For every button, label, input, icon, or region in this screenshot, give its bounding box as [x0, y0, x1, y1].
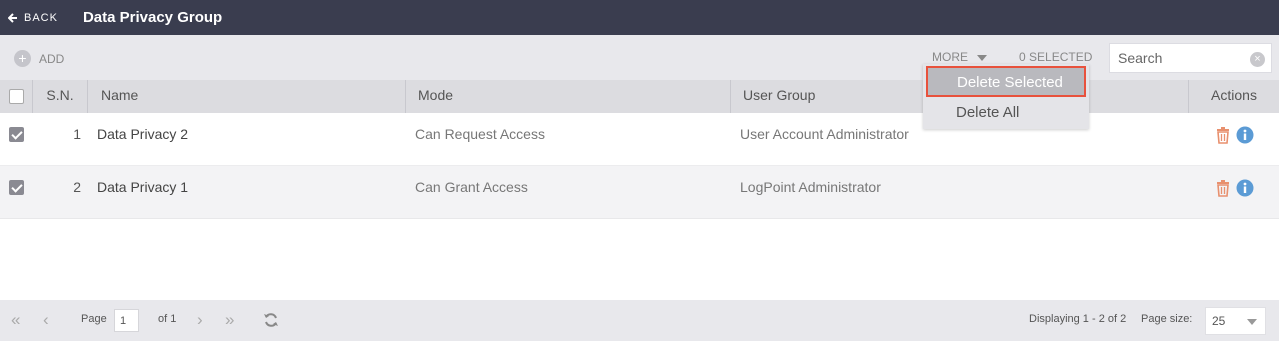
- page-size-value: 25: [1212, 314, 1226, 328]
- back-button[interactable]: BACK: [8, 12, 58, 24]
- row-check-cell: [0, 113, 33, 166]
- caret-down-icon: [977, 54, 988, 61]
- row-sn: 1: [73, 126, 81, 142]
- last-page-icon[interactable]: »: [225, 311, 234, 329]
- column-header-mode[interactable]: Mode: [406, 80, 731, 113]
- trash-icon[interactable]: [1214, 179, 1232, 197]
- page-number-input[interactable]: [114, 309, 139, 332]
- page-size-label: Page size:: [1141, 313, 1193, 325]
- page-label: Page: [81, 313, 107, 325]
- row-sn: 2: [73, 179, 81, 195]
- row-mode: Can Request Access: [415, 126, 545, 142]
- plus-icon: +: [14, 50, 31, 67]
- delete-all-menu-item[interactable]: Delete All: [923, 97, 1089, 129]
- table-row[interactable]: 2 Data Privacy 1 Can Grant Access LogPoi…: [0, 166, 1279, 219]
- back-label: BACK: [24, 11, 58, 24]
- more-menu-button[interactable]: MORE: [932, 50, 988, 64]
- select-all-checkbox[interactable]: [9, 89, 24, 104]
- row-check-cell: [0, 166, 33, 219]
- more-label: MORE: [932, 50, 968, 64]
- row-user-group: LogPoint Administrator: [740, 179, 881, 195]
- page-size-select[interactable]: 25: [1205, 307, 1266, 335]
- more-dropdown-menu: Delete Selected Delete All: [923, 64, 1089, 129]
- search-input[interactable]: [1110, 44, 1240, 72]
- row-mode: Can Grant Access: [415, 179, 528, 195]
- header-select-all: [0, 80, 33, 113]
- search-box: ×: [1109, 43, 1272, 73]
- add-button[interactable]: + ADD: [14, 50, 64, 67]
- selected-count: 0 SELECTED: [1019, 50, 1093, 64]
- next-page-icon[interactable]: ›: [197, 311, 203, 329]
- previous-page-icon[interactable]: ‹: [43, 311, 49, 329]
- clear-search-icon[interactable]: ×: [1250, 52, 1265, 67]
- delete-selected-menu-item[interactable]: Delete Selected: [926, 66, 1086, 97]
- trash-icon[interactable]: [1214, 126, 1232, 144]
- row-name: Data Privacy 1: [97, 179, 189, 195]
- column-header-sn[interactable]: S.N.: [33, 80, 88, 113]
- row-actions: [1189, 113, 1279, 166]
- first-page-icon[interactable]: «: [11, 311, 20, 329]
- column-header-actions: Actions: [1211, 87, 1257, 103]
- row-checkbox[interactable]: [9, 180, 24, 195]
- column-header-name[interactable]: Name: [88, 80, 406, 113]
- displaying-info: Displaying 1 - 2 of 2: [1029, 313, 1127, 325]
- info-icon[interactable]: [1236, 126, 1254, 144]
- page-count: of 1: [158, 313, 177, 325]
- arrow-left-icon: [8, 12, 17, 23]
- pagination-bar: « ‹ Page of 1 › » Displaying 1 - 2 of 2 …: [0, 300, 1279, 341]
- page-title: Data Privacy Group: [82, 9, 223, 26]
- row-actions: [1189, 166, 1279, 219]
- info-icon[interactable]: [1236, 179, 1254, 197]
- row-checkbox[interactable]: [9, 127, 24, 142]
- add-label: ADD: [39, 51, 65, 66]
- refresh-icon[interactable]: [263, 312, 279, 328]
- row-name: Data Privacy 2: [97, 126, 189, 142]
- caret-down-icon: [1247, 319, 1257, 325]
- top-bar: BACK Data Privacy Group: [0, 0, 1279, 35]
